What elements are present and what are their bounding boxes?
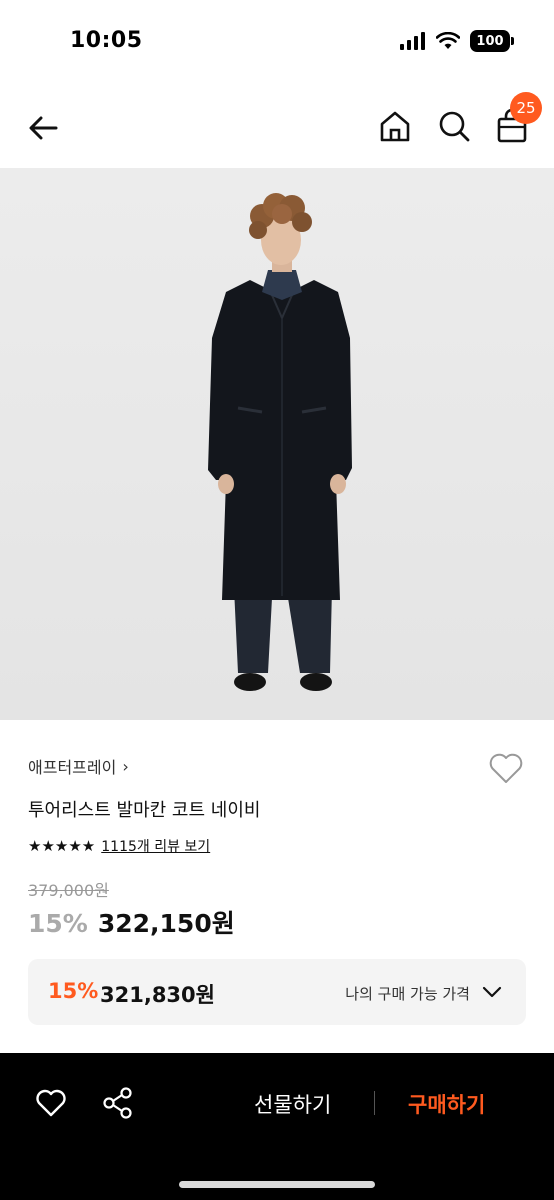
cellular-signal-icon <box>400 32 425 50</box>
brand-name: 애프터프레이 <box>28 758 117 777</box>
product-photo-model-in-coat <box>0 168 554 720</box>
star-rating-icon: ★★★★★ <box>28 837 96 855</box>
heart-icon[interactable] <box>33 1085 69 1121</box>
discount-rate: 15% <box>28 909 88 938</box>
review-link[interactable]: 1115개 리뷰 보기 <box>101 836 210 856</box>
gift-button[interactable]: 선물하기 <box>254 1089 331 1119</box>
wifi-icon <box>436 32 460 49</box>
chevron-down-icon <box>482 986 502 998</box>
rating-row: ★★★★★ 1115개 리뷰 보기 <box>28 836 210 856</box>
bottom-action-bar: 선물하기 구매하기 <box>0 1053 554 1200</box>
product-image[interactable] <box>0 168 554 720</box>
original-price: 379,000원 <box>28 881 109 900</box>
battery-indicator: 100 <box>470 30 514 52</box>
my-price-dropdown[interactable]: 15% 321,830원 나의 구매 가능 가격 <box>28 959 526 1025</box>
my-discount-rate: 15% <box>48 979 99 1003</box>
divider <box>374 1091 375 1115</box>
sale-price-row: 15% 322,150원 <box>28 904 235 940</box>
cart-count-badge: 25 <box>510 92 542 124</box>
share-icon[interactable] <box>100 1085 136 1121</box>
battery-level: 100 <box>476 33 504 49</box>
heart-outline-icon[interactable] <box>486 748 526 788</box>
status-bar: 10:05 100 <box>0 0 554 80</box>
back-arrow-icon[interactable] <box>22 106 66 150</box>
sale-price: 322,150원 <box>97 909 235 938</box>
my-price: 321,830원 <box>100 983 215 1007</box>
status-time: 10:05 <box>70 28 143 53</box>
my-price-label: 나의 구매 가능 가격 <box>345 985 470 1003</box>
search-icon[interactable] <box>434 106 474 146</box>
brand-link[interactable]: 애프터프레이 › <box>28 754 129 778</box>
chevron-right-icon: › <box>122 756 129 776</box>
product-name: 투어리스트 발마칸 코트 네이비 <box>28 800 261 821</box>
home-icon[interactable] <box>375 106 415 146</box>
status-indicators: 100 <box>400 30 514 52</box>
buy-button[interactable]: 구매하기 <box>408 1089 485 1119</box>
app-header: 25 <box>0 88 554 168</box>
home-indicator[interactable] <box>179 1181 375 1188</box>
